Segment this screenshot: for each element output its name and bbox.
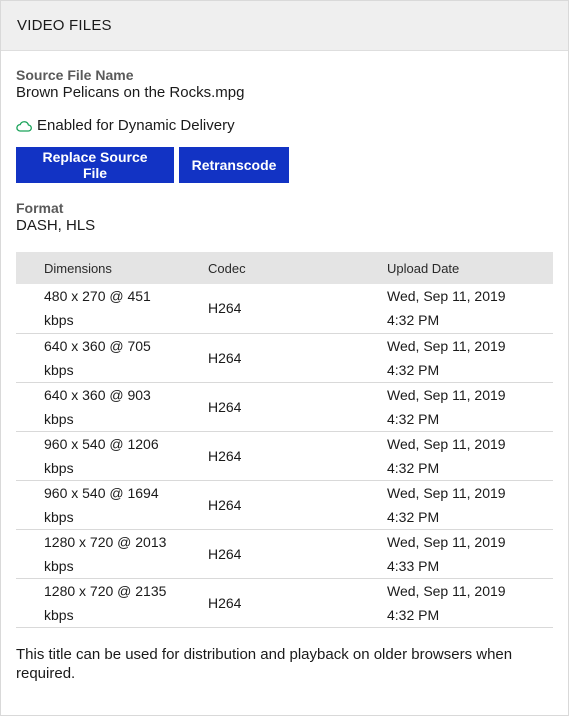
upload-date-cell: Wed, Sep 11, 2019 4:32 PM — [387, 386, 506, 427]
dimensions-cell: 960 x 540 @ 1694 kbps — [44, 484, 159, 525]
codec-cell: H264 — [208, 300, 242, 317]
upload-date-cell: Wed, Sep 11, 2019 4:33 PM — [387, 533, 506, 574]
format-value: DASH, HLS — [16, 217, 96, 234]
upload-date-cell: Wed, Sep 11, 2019 4:32 PM — [387, 484, 506, 525]
table-header-row: Dimensions Codec Upload Date — [16, 252, 553, 284]
codec-cell: H264 — [208, 447, 242, 464]
retranscode-button[interactable]: Retranscode — [179, 147, 289, 183]
panel-header: VIDEO FILES — [1, 1, 568, 51]
cloud-icon — [16, 119, 32, 132]
codec-cell: H264 — [208, 496, 242, 513]
video-files-panel: VIDEO FILES Source File Name Brown Pelic… — [0, 0, 569, 716]
table-row[interactable]: 1280 x 720 @ 2135 kbps H264 Wed, Sep 11, … — [16, 578, 553, 627]
dimensions-link[interactable]: 1280 x 720 @ 2135 kbps — [16, 578, 208, 627]
panel-body: Source File Name Brown Pelicans on the R… — [1, 67, 568, 683]
table-row: 960 x 540 @ 1694 kbps H264 Wed, Sep 11, 2… — [16, 480, 553, 529]
table-row: 640 x 360 @ 903 kbps H264 Wed, Sep 11, 20… — [16, 382, 553, 431]
upload-date-cell: Wed, Sep 11, 2019 4:32 PM — [387, 288, 506, 329]
codec-cell: H264 — [208, 398, 242, 415]
upload-date-cell: Wed, Sep 11, 2019 4:32 PM — [387, 337, 506, 378]
source-file-label: Source File Name — [16, 67, 134, 83]
dimensions-cell: 1280 x 720 @ 2013 kbps — [44, 533, 167, 574]
upload-date-cell: Wed, Sep 11, 2019 4:32 PM — [387, 435, 506, 476]
action-buttons: Replace Source File Retranscode — [16, 147, 553, 183]
column-header-codec: Codec — [208, 260, 246, 276]
replace-source-file-button[interactable]: Replace Source File — [16, 147, 174, 183]
dimensions-cell: 640 x 360 @ 903 kbps — [44, 386, 151, 427]
upload-date-cell: Wed, Sep 11, 2019 4:32 PM — [387, 582, 506, 623]
table-row: 480 x 270 @ 451 kbps H264 Wed, Sep 11, 20… — [16, 284, 553, 333]
dynamic-delivery-text: Enabled for Dynamic Delivery — [37, 116, 235, 134]
video-files-table: Dimensions Codec Upload Date 480 x 270 @… — [16, 252, 553, 628]
codec-cell: H264 — [208, 545, 242, 562]
dimensions-cell: 640 x 360 @ 705 kbps — [44, 337, 151, 378]
source-file-name: Brown Pelicans on the Rocks.mpg — [16, 84, 245, 101]
table-row: 1280 x 720 @ 2013 kbps H264 Wed, Sep 11, … — [16, 529, 553, 578]
codec-cell: H264 — [208, 349, 242, 366]
distribution-note: This title can be used for distribution … — [16, 645, 513, 682]
format-label: Format — [16, 200, 64, 216]
column-header-dimensions: Dimensions — [44, 260, 112, 276]
dimensions-cell: 480 x 270 @ 451 kbps — [44, 288, 151, 329]
table-row: 640 x 360 @ 705 kbps H264 Wed, Sep 11, 20… — [16, 333, 553, 382]
panel-title: VIDEO FILES — [17, 17, 112, 34]
dynamic-delivery-status: Enabled for Dynamic Delivery — [16, 115, 553, 135]
codec-cell: H264 — [208, 594, 242, 611]
column-header-upload-date: Upload Date — [387, 260, 460, 276]
table-row: 960 x 540 @ 1206 kbps H264 Wed, Sep 11, 2… — [16, 431, 553, 480]
dimensions-cell: 960 x 540 @ 1206 kbps — [44, 435, 159, 476]
